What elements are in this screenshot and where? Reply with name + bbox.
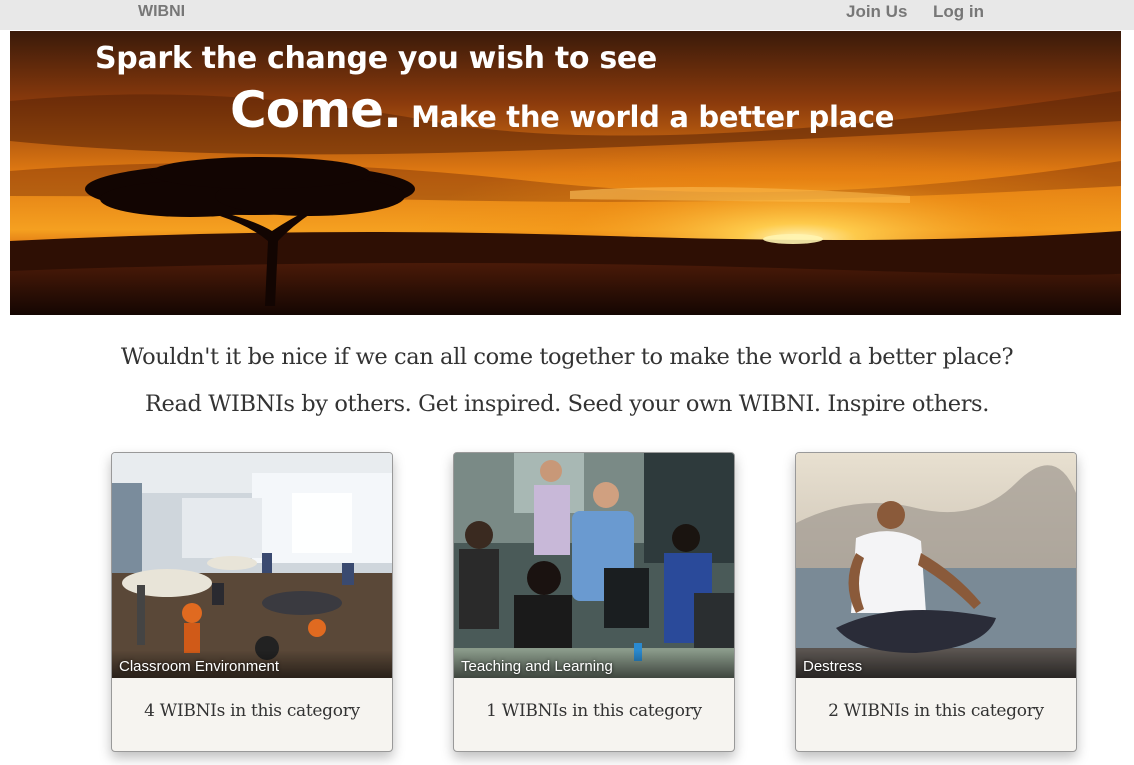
category-label: Classroom Environment — [119, 658, 280, 675]
destress-photo: Destress — [796, 453, 1076, 678]
join-us-link[interactable]: Join Us — [846, 2, 907, 22]
classroom-image — [112, 453, 392, 678]
teaching-image — [454, 453, 734, 678]
category-count: 2 WIBNIs in this category — [828, 701, 1044, 721]
intro-tagline: Read WIBNIs by others. Get inspired. See… — [145, 391, 989, 417]
hero-headline: Spark the change you wish to see — [95, 41, 657, 76]
log-in-link[interactable]: Log in — [933, 2, 984, 22]
category-card-teaching-and-learning[interactable]: Teaching and Learning 1 WIBNIs in this c… — [453, 452, 735, 752]
category-count: 4 WIBNIs in this category — [144, 701, 360, 721]
top-nav-bar: WIBNI Join Us Log in — [0, 0, 1134, 30]
category-card-destress[interactable]: Destress 2 WIBNIs in this category — [795, 452, 1077, 752]
hero-come-word: Come. — [230, 81, 402, 139]
intro-question: Wouldn't it be nice if we can all come t… — [120, 344, 1014, 370]
category-card-classroom-environment[interactable]: Classroom Environment 4 WIBNIs in this c… — [111, 452, 393, 752]
teaching-photo: Teaching and Learning — [454, 453, 734, 678]
destress-image — [796, 453, 1076, 678]
hero-tagline: Make the world a better place — [411, 100, 895, 134]
category-count: 1 WIBNIs in this category — [486, 701, 702, 721]
brand-link[interactable]: WIBNI — [138, 3, 185, 21]
category-label: Destress — [803, 658, 863, 675]
classroom-photo: Classroom Environment — [112, 453, 392, 678]
hero-banner: Spark the change you wish to see Come. Ma… — [10, 31, 1121, 315]
hero-subheadline: Come. Make the world a better place — [230, 81, 894, 139]
category-label: Teaching and Learning — [461, 658, 613, 675]
